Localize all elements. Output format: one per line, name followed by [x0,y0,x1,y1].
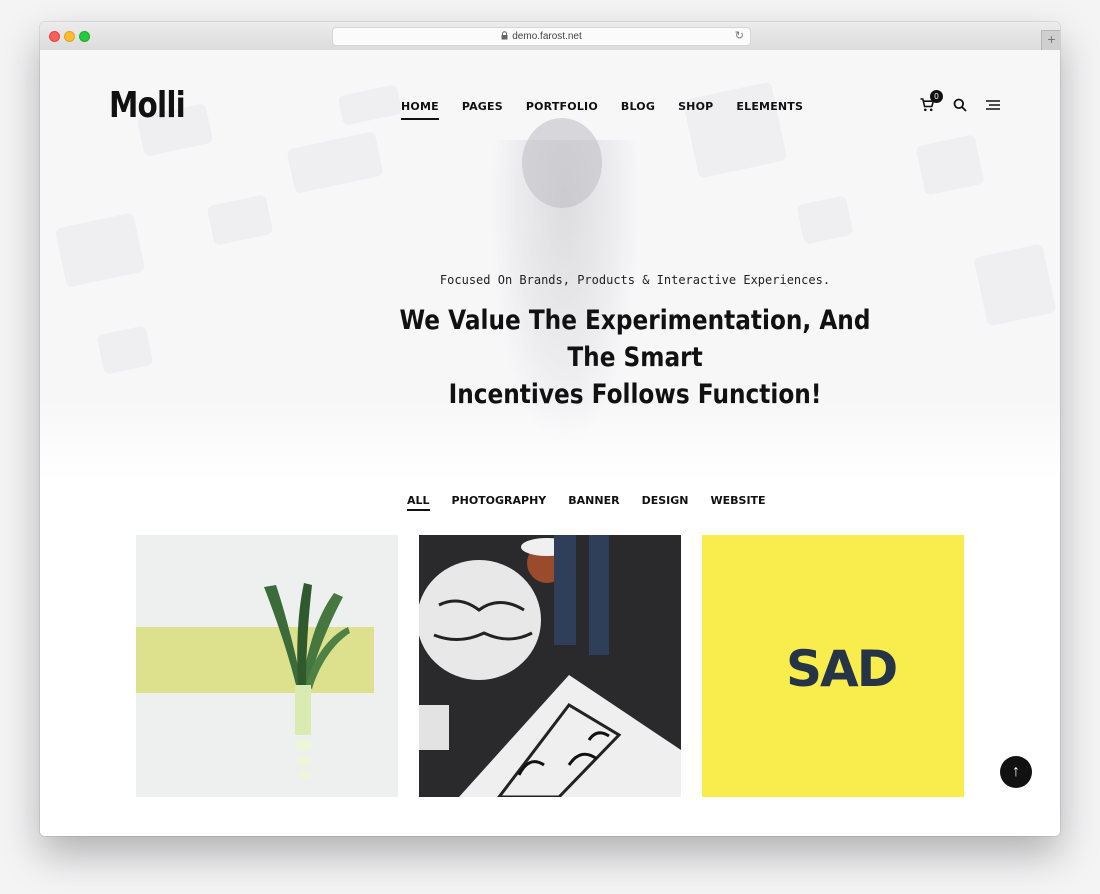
site-logo[interactable]: Molli [109,85,186,126]
header-icons: 0 [920,90,1004,116]
filter-design[interactable]: DESIGN [642,494,689,511]
portfolio-filters: ALL PHOTOGRAPHY BANNER DESIGN WEBSITE [407,494,788,511]
close-window-button[interactable] [49,31,60,42]
hero-headline: We Value The Experimentation, And The Sm… [381,302,888,413]
address-bar[interactable]: demo.farost.net ↻ [332,27,751,46]
filter-website[interactable]: WEBSITE [710,494,765,511]
nav-shop[interactable]: SHOP [678,100,713,120]
portfolio-item-leek[interactable] [136,535,398,797]
url-text: demo.farost.net [512,31,582,42]
arrow-up-icon: ↑ [1012,763,1020,780]
hero-person-head [522,118,602,208]
menu-icon[interactable] [986,98,1004,116]
search-icon[interactable] [953,98,971,116]
nav-elements[interactable]: ELEMENTS [736,100,803,120]
hero-headline-line-2: Incentives Follows Function! [448,379,822,410]
portfolio-item-sad-logo[interactable]: SAD [702,535,964,797]
filter-all[interactable]: ALL [407,494,430,511]
nav-blog[interactable]: BLOG [621,100,655,120]
cart-count-badge: 0 [930,90,943,103]
page: Molli HOME PAGES PORTFOLIO BLOG SHOP ELE… [40,50,1060,836]
leek-image [264,583,350,779]
browser-window: demo.farost.net ↻ + Molli HOME PAGES POR… [40,22,1060,836]
nav-home[interactable]: HOME [401,100,439,120]
street-artist-image [419,535,681,797]
reload-icon[interactable]: ↻ [735,28,744,45]
nav-pages[interactable]: PAGES [462,100,503,120]
filter-banner[interactable]: BANNER [568,494,619,511]
sad-logo-text: SAD [786,640,898,698]
new-tab-button[interactable]: + [1041,30,1060,51]
cart-icon[interactable]: 0 [920,90,943,116]
portfolio-item-street-artist[interactable] [419,535,681,797]
scroll-to-top-button[interactable]: ↑ [1000,756,1032,788]
filter-photography[interactable]: PHOTOGRAPHY [452,494,547,511]
hero-headline-line-1: We Value The Experimentation, And The Sm… [399,305,871,373]
minimize-window-button[interactable] [64,31,75,42]
main-nav: HOME PAGES PORTFOLIO BLOG SHOP ELEMENTS [401,100,826,120]
maximize-window-button[interactable] [79,31,90,42]
lock-icon [501,29,508,46]
nav-portfolio[interactable]: PORTFOLIO [526,100,598,120]
browser-toolbar: demo.farost.net ↻ + [40,22,1060,51]
hero-tagline: Focused On Brands, Products & Interactiv… [439,273,831,287]
